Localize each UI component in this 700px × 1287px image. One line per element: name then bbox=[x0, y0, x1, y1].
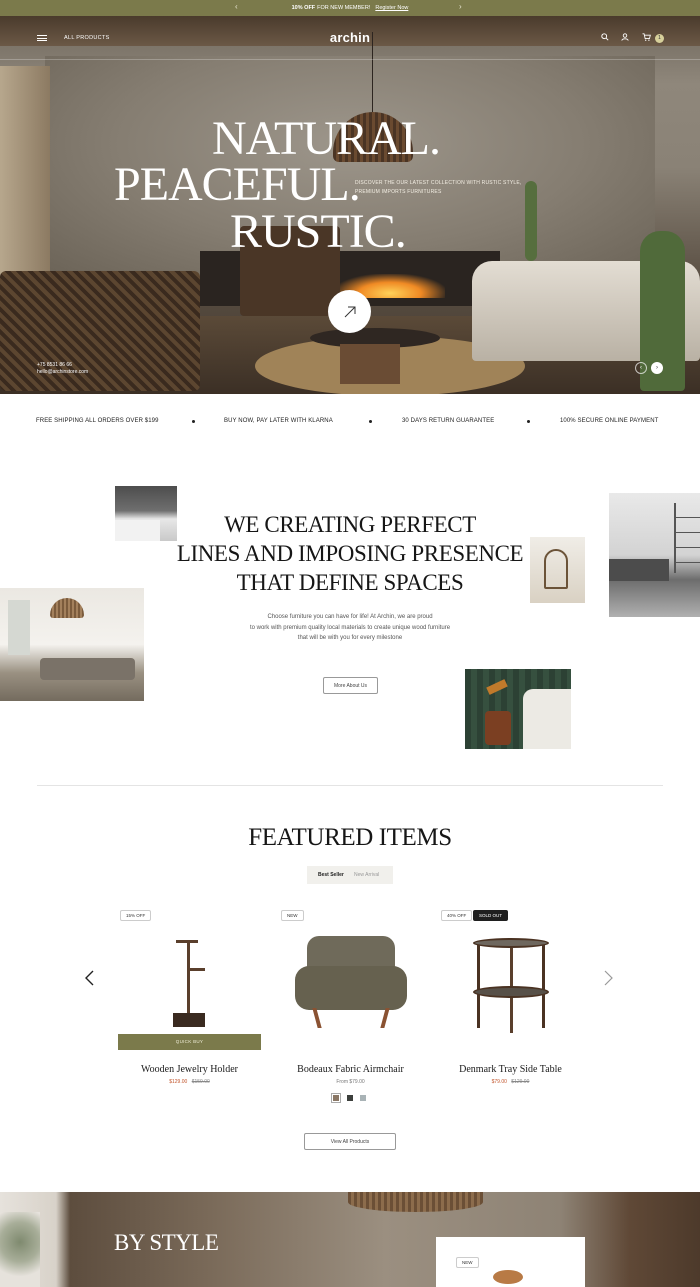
hero-title-line-1: NATURAL. bbox=[212, 112, 441, 165]
logo[interactable]: archin bbox=[0, 30, 700, 45]
swatch-charcoal[interactable] bbox=[347, 1095, 353, 1101]
by-style-title: BY STYLE bbox=[114, 1230, 219, 1255]
tab-best-seller[interactable]: Best Seller bbox=[318, 872, 344, 878]
hero-cta-button[interactable] bbox=[328, 290, 371, 333]
benefit-klarna: BUY NOW, PAY LATER WITH KLARNA bbox=[224, 418, 333, 424]
product-price: From $79.00 bbox=[279, 1079, 422, 1085]
living-room-photo bbox=[0, 588, 144, 701]
hero-prev-button[interactable]: ‹ bbox=[635, 362, 647, 374]
tab-new-arrival[interactable]: New Arrival bbox=[354, 872, 379, 878]
product-card[interactable]: NEW Bodeaux Fabric Airmchair From $79.00 bbox=[279, 908, 422, 1093]
about-title-line: LINES AND IMPOSING PRESENCE bbox=[176, 541, 524, 566]
cart-count-badge: 1 bbox=[655, 34, 664, 43]
main-nav: ALL PRODUCTS archin 1 bbox=[0, 16, 700, 60]
original-price: $159.00 bbox=[191, 1079, 210, 1085]
product-image[interactable] bbox=[279, 908, 422, 1034]
benefit-shipping: FREE SHIPPING ALL ORDERS OVER $199 bbox=[36, 418, 159, 424]
by-style-section: BY STYLE NEW bbox=[0, 1192, 700, 1287]
section-divider bbox=[37, 785, 663, 786]
benefit-secure-payment: 100% SECURE ONLINE PAYMENT bbox=[560, 418, 659, 424]
product-card[interactable]: 15% OFF QUICK BUY Wooden Jewelry Holder … bbox=[118, 908, 261, 1093]
user-icon[interactable] bbox=[620, 33, 630, 43]
hero-email[interactable]: hello@archinstore.com bbox=[37, 369, 88, 376]
bedside-photo bbox=[465, 669, 571, 749]
hero-subtitle: DISCOVER THE OUR LATEST COLLECTION WITH … bbox=[355, 180, 522, 195]
product-image[interactable] bbox=[439, 908, 582, 1034]
carousel-next-icon[interactable] bbox=[604, 970, 613, 990]
sale-price: $79.00 bbox=[491, 1079, 507, 1085]
separator-dot bbox=[369, 420, 372, 423]
product-name[interactable]: Denmark Tray Side Table bbox=[439, 1064, 582, 1075]
featured-tabs: Best Seller New Arrival bbox=[307, 866, 393, 884]
announcement-text: FOR NEW MEMBER! bbox=[317, 5, 371, 11]
quick-buy-button[interactable]: QUICK BUY bbox=[118, 1034, 261, 1050]
about-title-line: THAT DEFINE SPACES bbox=[236, 570, 464, 595]
about-title-line: WE CREATING PERFECT bbox=[224, 512, 476, 537]
cart-icon[interactable] bbox=[641, 33, 651, 43]
view-all-products-button[interactable]: View All Products bbox=[304, 1133, 396, 1150]
swatch-grey-blue[interactable] bbox=[360, 1095, 366, 1101]
sale-price: $129.00 bbox=[169, 1079, 188, 1085]
search-icon[interactable] bbox=[600, 33, 610, 43]
register-link[interactable]: Register Now bbox=[375, 5, 408, 11]
hero-phone[interactable]: +75 8531 86 66 bbox=[37, 362, 88, 369]
announcement-next-icon[interactable]: › bbox=[459, 2, 462, 11]
about-title: WE CREATING PERFECT LINES AND IMPOSING P… bbox=[0, 510, 700, 597]
style-product-card[interactable]: NEW bbox=[436, 1237, 585, 1287]
product-image[interactable] bbox=[118, 908, 261, 1034]
new-badge: NEW bbox=[456, 1257, 479, 1268]
product-name[interactable]: Wooden Jewelry Holder bbox=[118, 1064, 261, 1075]
swatch-brown[interactable] bbox=[331, 1093, 341, 1103]
arrow-up-right-icon bbox=[344, 306, 355, 317]
product-card[interactable]: 40% OFF SOLD OUT Denmark Tray Side Table… bbox=[439, 908, 582, 1093]
hero-next-button[interactable]: › bbox=[651, 362, 663, 374]
featured-title: FEATURED ITEMS bbox=[248, 824, 452, 851]
original-price: $129.00 bbox=[511, 1079, 530, 1085]
more-about-us-button[interactable]: More About Us bbox=[323, 677, 378, 694]
product-image bbox=[493, 1270, 523, 1284]
about-description: Choose furniture you can have for life! … bbox=[0, 612, 700, 644]
announcement-prev-icon[interactable]: ‹ bbox=[235, 2, 238, 11]
product-price: $79.00 $129.00 bbox=[439, 1079, 582, 1085]
announcement-discount: 10% OFF bbox=[291, 5, 316, 11]
about-text-line: Choose furniture you can have for life! … bbox=[267, 614, 433, 620]
announcement-bar: ‹ 10% OFF FOR NEW MEMBER! Register Now › bbox=[0, 0, 700, 16]
hero-title-line-2: PEACEFUL. bbox=[114, 158, 361, 211]
hero-contact: +75 8531 86 66 hello@archinstore.com bbox=[37, 362, 88, 376]
about-text-line: that will be with you for every mileston… bbox=[297, 635, 403, 641]
from-price: From $79.00 bbox=[336, 1079, 365, 1085]
separator-dot bbox=[192, 420, 195, 423]
carousel-prev-icon[interactable] bbox=[85, 970, 94, 990]
benefits-bar: FREE SHIPPING ALL ORDERS OVER $199 BUY N… bbox=[0, 394, 700, 449]
separator-dot bbox=[527, 420, 530, 423]
benefit-returns: 30 DAYS RETURN GUARANTEE bbox=[402, 418, 495, 424]
about-text-line: to work with premium quality local mater… bbox=[249, 624, 451, 631]
hero-title-line-3: RUSTIC. bbox=[230, 205, 407, 258]
product-price: $129.00 $159.00 bbox=[118, 1079, 261, 1085]
product-name[interactable]: Bodeaux Fabric Airmchair bbox=[279, 1064, 422, 1075]
